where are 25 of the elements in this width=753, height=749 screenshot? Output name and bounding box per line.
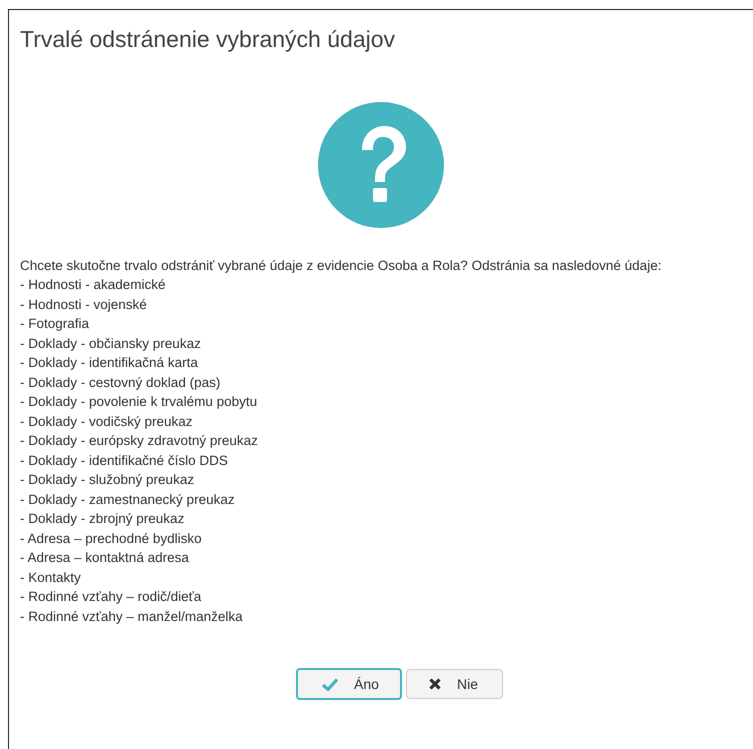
list-item: - Doklady - európsky zdravotný preukaz [20, 432, 258, 450]
list-item: - Doklady - zamestnanecký preukaz [20, 490, 235, 509]
question-icon [318, 102, 444, 228]
list-item: - Rodinné vzťahy – rodič/dieťa [20, 588, 202, 606]
list-item: - Doklady - cestovný doklad (pas) [20, 374, 220, 392]
list-item: - Hodnosti - akademické [20, 276, 166, 294]
list-item: - Doklady - občiansky preukaz [20, 334, 201, 353]
list-item: - Rodinné vzťahy – manžel/manželka [20, 608, 243, 626]
check-icon [322, 678, 338, 690]
list-item: - Doklady - identifikačné číslo DDS [20, 452, 228, 470]
list-item: - Fotografia [20, 315, 90, 333]
close-icon [429, 678, 441, 690]
confirmation-message: Chcete skutočne trvalo odstrániť vybrané údaje z evidencie Osoba a Rola? Odstránia sa nasledovné údaje: [20, 256, 662, 275]
list-item: - Doklady - povolenie k trvalému pobytu [20, 393, 258, 411]
confirm-button[interactable]: Áno [296, 668, 402, 700]
cancel-button[interactable]: Nie [406, 669, 503, 699]
list-item: - Kontakty [20, 568, 81, 587]
list-item: - Doklady - zbrojný preukaz [20, 510, 184, 528]
list-item: - Doklady - vodičský preukaz [20, 412, 193, 431]
list-item: - Adresa – kontaktná adresa [20, 549, 189, 567]
dialog-title: Trvalé odstránenie vybraných údajov [19, 25, 396, 54]
list-item: - Hodnosti - vojenské [20, 296, 147, 314]
list-item: - Doklady - identifikačná karta [20, 354, 198, 372]
list-item: - Doklady - služobný preukaz [20, 471, 194, 489]
list-item: - Adresa – prechodné bydlisko [20, 530, 202, 548]
